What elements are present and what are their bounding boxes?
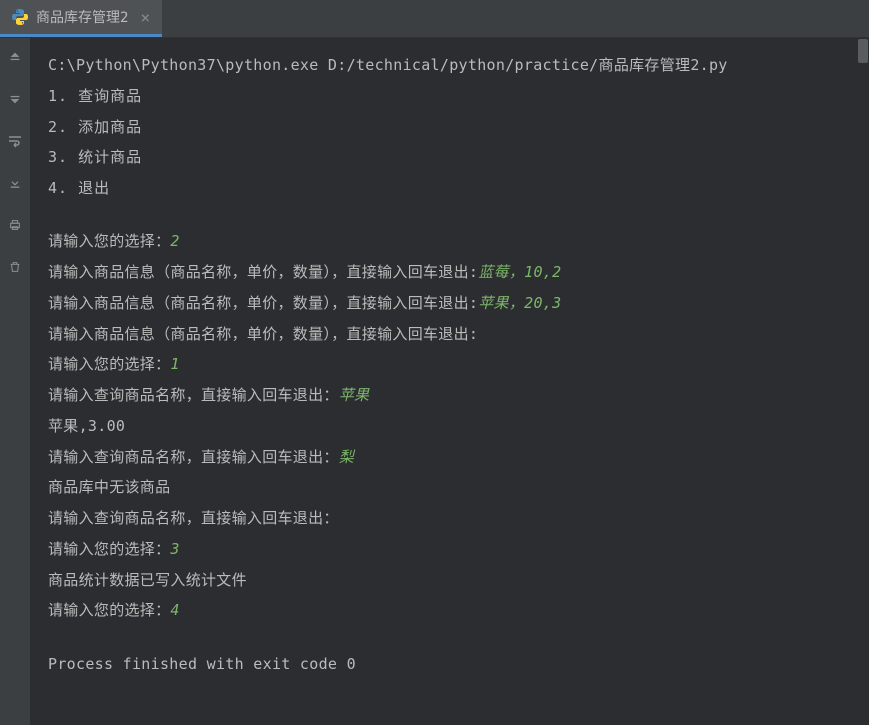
download-icon[interactable] <box>6 174 24 192</box>
user-input: 4 <box>170 601 179 619</box>
prompt-line: 请输入您的选择：4 <box>48 595 851 626</box>
user-input: 梨 <box>339 448 354 466</box>
user-input: 蓝莓，10,2 <box>478 263 561 281</box>
gutter <box>0 38 30 725</box>
output-line: 商品库中无该商品 <box>48 472 851 503</box>
user-input: 2 <box>170 232 179 250</box>
prompt-line: 请输入您的选择：1 <box>48 349 851 380</box>
active-tab[interactable]: 商品库存管理2 × <box>0 0 162 37</box>
prompt-line: 请输入商品信息（商品名称，单价，数量），直接输入回车退出:苹果，20,3 <box>48 288 851 319</box>
user-input: 1 <box>170 355 179 373</box>
blank-line <box>48 204 851 227</box>
prompt-line: 请输入商品信息（商品名称，单价，数量），直接输入回车退出: <box>48 319 851 350</box>
wrap-icon[interactable] <box>6 132 24 150</box>
output-line: 苹果,3.00 <box>48 411 851 442</box>
prompt-line: 请输入您的选择：3 <box>48 534 851 565</box>
tab-title: 商品库存管理2 <box>36 7 128 27</box>
menu-item: 2. 添加商品 <box>48 112 851 143</box>
ide-window: 商品库存管理2 × C:\Python\Py <box>0 0 869 725</box>
prompt-line: 请输入查询商品名称，直接输入回车退出：苹果 <box>48 380 851 411</box>
trash-icon[interactable] <box>6 258 24 276</box>
menu-item: 1. 查询商品 <box>48 81 851 112</box>
console-output[interactable]: C:\Python\Python37\python.exe D:/technic… <box>30 38 869 725</box>
blank-line <box>48 626 851 649</box>
prompt-line: 请输入商品信息（商品名称，单价，数量），直接输入回车退出:蓝莓，10,2 <box>48 257 851 288</box>
tab-bar: 商品库存管理2 × <box>0 0 869 38</box>
user-input: 苹果 <box>339 386 370 404</box>
python-icon <box>12 9 28 25</box>
exit-line: Process finished with exit code 0 <box>48 649 851 680</box>
scrollbar[interactable] <box>857 38 869 725</box>
menu-item: 3. 统计商品 <box>48 142 851 173</box>
close-icon[interactable]: × <box>140 8 150 27</box>
scrollbar-thumb[interactable] <box>858 39 868 63</box>
prompt-line: 请输入您的选择：2 <box>48 226 851 257</box>
user-input: 3 <box>170 540 179 558</box>
user-input: 苹果，20,3 <box>478 294 561 312</box>
prompt-line: 请输入查询商品名称，直接输入回车退出： <box>48 503 851 534</box>
output-line: 商品统计数据已写入统计文件 <box>48 565 851 596</box>
up-arrow-icon[interactable] <box>6 48 24 66</box>
print-icon[interactable] <box>6 216 24 234</box>
prompt-line: 请输入查询商品名称，直接输入回车退出：梨 <box>48 442 851 473</box>
down-arrow-icon[interactable] <box>6 90 24 108</box>
main-area: C:\Python\Python37\python.exe D:/technic… <box>0 38 869 725</box>
menu-item: 4. 退出 <box>48 173 851 204</box>
command-line: C:\Python\Python37\python.exe D:/technic… <box>48 50 851 81</box>
